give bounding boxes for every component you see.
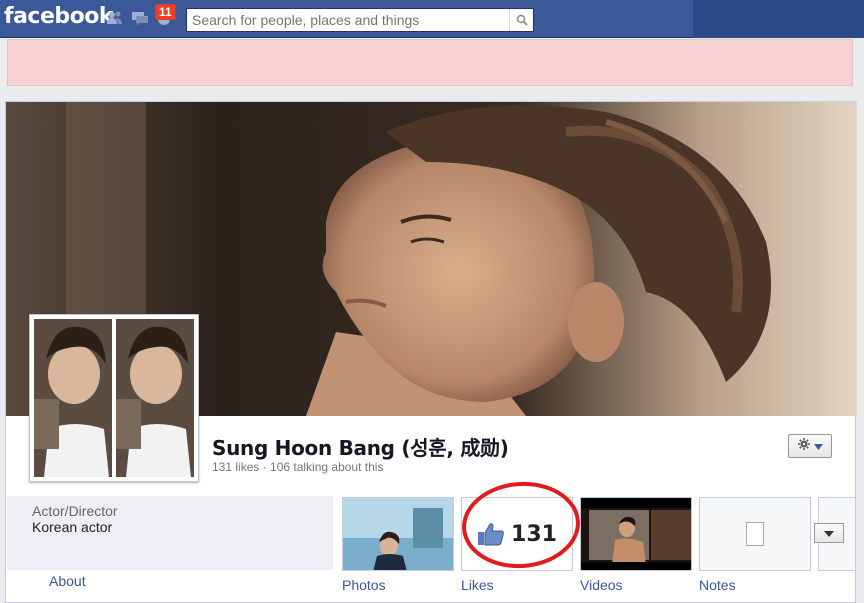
chevron-down-icon [813, 437, 823, 455]
about-link[interactable]: About [49, 573, 86, 589]
videos-tile[interactable] [580, 497, 692, 571]
search-icon[interactable] [509, 9, 533, 31]
topbar-right-panel [693, 0, 864, 38]
photos-label[interactable]: Photos [342, 577, 386, 593]
gear-icon [797, 437, 810, 455]
messages-icon[interactable] [131, 10, 149, 26]
chevron-down-icon [824, 524, 834, 542]
notice-banner [7, 39, 853, 86]
page-name: Sung Hoon Bang (성훈, 成勋) [212, 436, 509, 460]
more-tiles-button[interactable] [814, 523, 844, 543]
notifications-badge[interactable]: 11 [155, 4, 176, 20]
settings-dropdown-button[interactable] [788, 434, 832, 458]
page: facebook 11 Search for people, places an… [0, 0, 864, 603]
top-navigation-bar: facebook 11 [0, 0, 864, 38]
videos-label[interactable]: Videos [580, 577, 623, 593]
timeline-container: Sung Hoon Bang (성훈, 成勋) 131 likes · 106 … [5, 101, 857, 603]
page-category: Actor/Director [32, 503, 118, 519]
page-description: Korean actor [32, 519, 113, 535]
friend-requests-icon[interactable] [106, 10, 124, 26]
photos-tile[interactable] [342, 497, 454, 571]
search-input[interactable] [187, 9, 507, 31]
notes-label[interactable]: Notes [699, 577, 736, 593]
likes-label[interactable]: Likes [461, 577, 494, 593]
page-stats: 131 likes · 106 talking about this [212, 460, 384, 474]
profile-picture[interactable] [29, 314, 199, 482]
search-bar [186, 8, 534, 32]
notes-tile[interactable] [699, 497, 811, 571]
notes-icon [746, 522, 764, 546]
facebook-logo[interactable]: facebook [4, 4, 114, 29]
